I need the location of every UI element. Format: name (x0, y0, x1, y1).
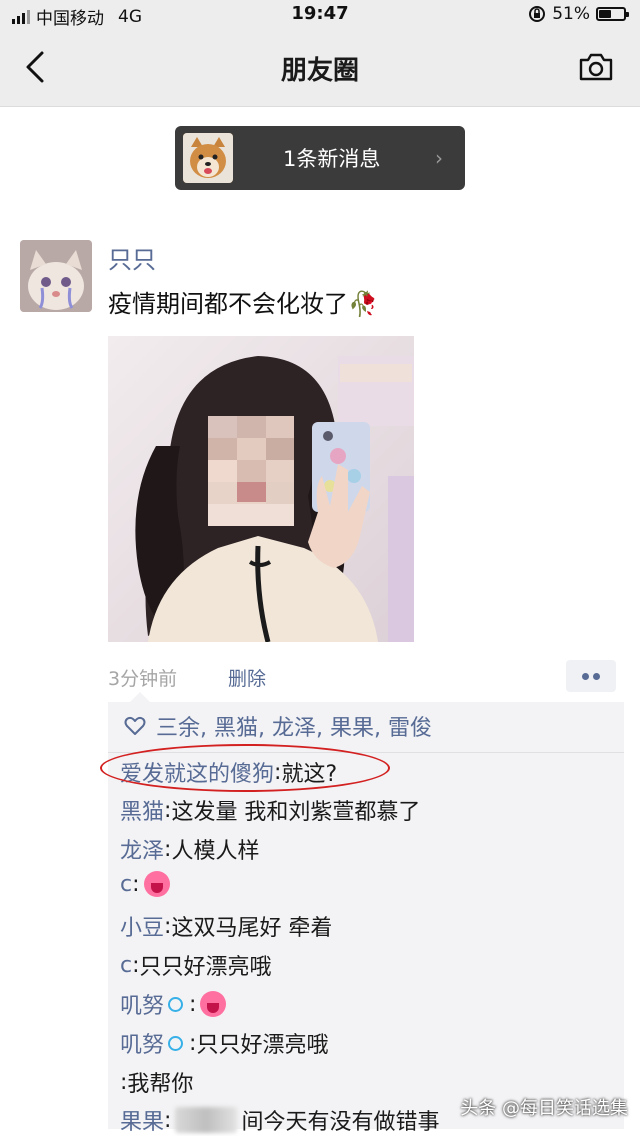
comment-separator: : (164, 913, 172, 939)
comment-row[interactable]: 黑猫 : 这发量 我和刘紫萱都慕了 (120, 794, 420, 826)
comment-author[interactable]: c (120, 953, 132, 978)
watermark: 头条 @每日笑话选集 (460, 1098, 628, 1119)
more-actions-button[interactable] (566, 660, 616, 692)
camera-icon[interactable] (578, 52, 614, 82)
comment-text: 这发量 我和刘紫萱都慕了 (171, 800, 421, 825)
comment-separator: : (132, 952, 140, 978)
post-text: 疫情期间都不会化妆了🥀 (108, 290, 378, 318)
status-right: 51% (528, 4, 629, 24)
ring-badge-icon (168, 1035, 184, 1051)
tongue-emoji-icon (143, 871, 170, 897)
post-photo[interactable] (108, 336, 414, 642)
comment-author[interactable]: 叽努 (120, 1027, 164, 1059)
comment-row[interactable]: c : (120, 871, 170, 897)
battery-level (599, 10, 611, 18)
comment-separator: : (189, 991, 197, 1017)
orientation-lock-icon (529, 6, 546, 22)
comment-author[interactable]: 小豆 (120, 910, 164, 942)
post-time: 3分钟前 (108, 668, 178, 690)
ring-badge-icon (168, 996, 184, 1012)
chevron-right-icon: › (435, 146, 443, 170)
new-message-label: 1条新消息 (283, 147, 381, 171)
comment-text: 就这? (281, 762, 338, 787)
comment-author[interactable]: 黑猫 (120, 794, 164, 826)
page-title: 朋友圈 (280, 56, 359, 86)
comment-text: 我帮你 (127, 1072, 194, 1097)
comment-author[interactable]: 叽努 (120, 988, 164, 1020)
comment-row[interactable]: 小豆 : 这双马尾好 牵着 (120, 910, 332, 942)
delete-link[interactable]: 删除 (228, 664, 266, 691)
comments-panel: 三余, 黑猫, 龙泽, 果果, 雷俊 爱发就这的傻狗 : 就这? 黑猫 : 这发… (108, 692, 624, 1135)
likes-names[interactable]: 三余, 黑猫, 龙泽, 果果, 雷俊 (156, 710, 432, 742)
comment-separator: : (120, 1069, 128, 1095)
author-avatar[interactable] (20, 240, 92, 312)
comment-text: 间今天有没有做错事 (241, 1110, 440, 1135)
post-author[interactable]: 只只 (108, 240, 156, 275)
comment-separator: : (132, 871, 140, 897)
nav-bar: 朋友圈 (0, 28, 640, 107)
battery-percent: 51% (552, 4, 590, 24)
tongue-emoji-icon (200, 991, 227, 1017)
new-message-banner[interactable]: 1条新消息 › (175, 126, 465, 190)
dot-icon (593, 673, 600, 680)
comment-row[interactable]: c : 只只好漂亮哦 (120, 949, 272, 981)
comment-separator: : (164, 797, 172, 823)
comment-text: 人模人样 (171, 839, 260, 864)
comment-row[interactable]: 果果 : 间今天有没有做错事 (120, 1104, 439, 1136)
comment-row[interactable]: 龙泽 : 人模人样 (120, 833, 259, 865)
blurred-text (175, 1107, 238, 1133)
comment-separator: : (189, 1030, 197, 1056)
comment-separator: : (274, 759, 282, 785)
comment-author[interactable]: 果果 (120, 1104, 164, 1136)
comment-row[interactable]: : 我帮你 (120, 1066, 193, 1098)
likes-row: 三余, 黑猫, 龙泽, 果果, 雷俊 (124, 710, 432, 742)
comment-text: 只只好漂亮哦 (139, 955, 272, 980)
comment-row[interactable]: 叽努 : 只只好漂亮哦 (120, 1027, 328, 1059)
comment-row[interactable]: 爱发就这的傻狗 : 就这? (120, 756, 337, 788)
dog-avatar (183, 133, 233, 183)
battery-icon (596, 7, 629, 21)
comment-text: 只只好漂亮哦 (196, 1033, 329, 1058)
comment-row[interactable]: 叽努 : (120, 988, 227, 1020)
status-bar: 中国移动 4G 19:47 51% (0, 0, 640, 29)
comment-author[interactable]: c (120, 872, 132, 897)
comment-text: 这双马尾好 牵着 (171, 916, 333, 941)
comment-author[interactable]: 爱发就这的傻狗 (120, 756, 274, 788)
comment-author[interactable]: 龙泽 (120, 833, 164, 865)
comment-separator: : (164, 836, 172, 862)
heart-outline-icon (124, 716, 146, 735)
dot-icon (582, 673, 589, 680)
divider (108, 752, 624, 753)
